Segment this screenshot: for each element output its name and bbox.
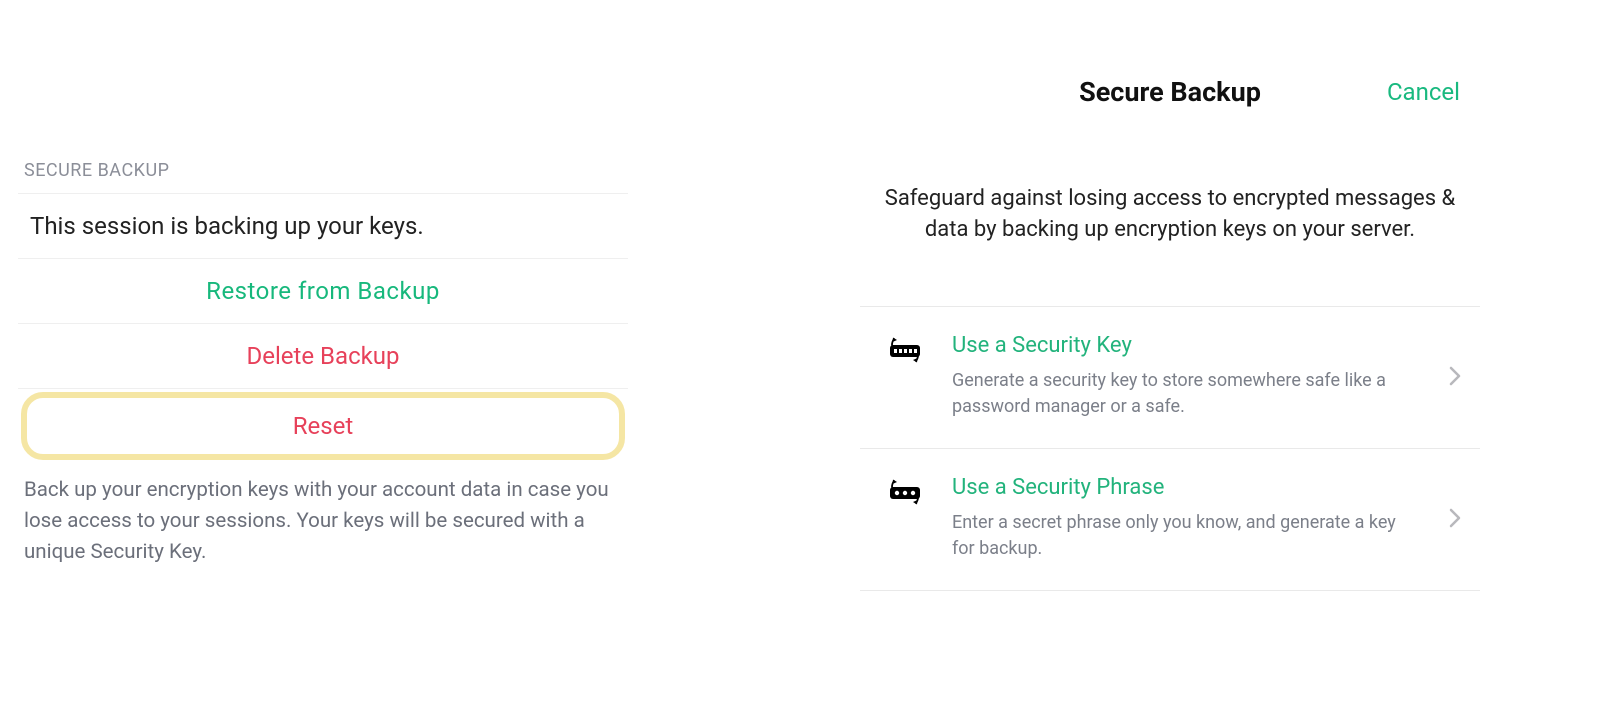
secure-backup-settings-panel: SECURE BACKUP This session is backing up… <box>18 160 628 567</box>
section-header: SECURE BACKUP <box>18 160 628 194</box>
chevron-right-icon <box>1448 365 1472 387</box>
option-desc: Generate a security key to store somewhe… <box>952 368 1408 420</box>
cancel-button[interactable]: Cancel <box>1387 78 1460 106</box>
reset-highlight: Reset <box>21 392 625 460</box>
restore-from-backup-button[interactable]: Restore from Backup <box>18 259 628 324</box>
setup-options-list: Use a Security Key Generate a security k… <box>860 306 1480 591</box>
option-security-phrase[interactable]: Use a Security Phrase Enter a secret phr… <box>860 449 1480 591</box>
security-key-icon <box>886 335 924 365</box>
security-phrase-icon <box>886 477 924 507</box>
reset-button[interactable]: Reset <box>27 398 619 454</box>
option-title: Use a Security Phrase <box>952 475 1408 500</box>
setup-intro-text: Safeguard against losing access to encry… <box>864 184 1476 246</box>
delete-backup-button[interactable]: Delete Backup <box>18 324 628 389</box>
backup-status-text: This session is backing up your keys. <box>18 194 628 259</box>
option-title: Use a Security Key <box>952 333 1408 358</box>
chevron-right-icon <box>1448 507 1472 529</box>
page-title: Secure Backup <box>1079 76 1261 108</box>
option-body: Use a Security Phrase Enter a secret phr… <box>952 475 1420 562</box>
option-desc: Enter a secret phrase only you know, and… <box>952 510 1408 562</box>
setup-header: Secure Backup Cancel <box>860 72 1480 112</box>
secure-backup-setup-panel: Secure Backup Cancel Safeguard against l… <box>860 72 1480 591</box>
option-body: Use a Security Key Generate a security k… <box>952 333 1420 420</box>
option-security-key[interactable]: Use a Security Key Generate a security k… <box>860 307 1480 449</box>
backup-help-text: Back up your encryption keys with your a… <box>18 463 628 567</box>
